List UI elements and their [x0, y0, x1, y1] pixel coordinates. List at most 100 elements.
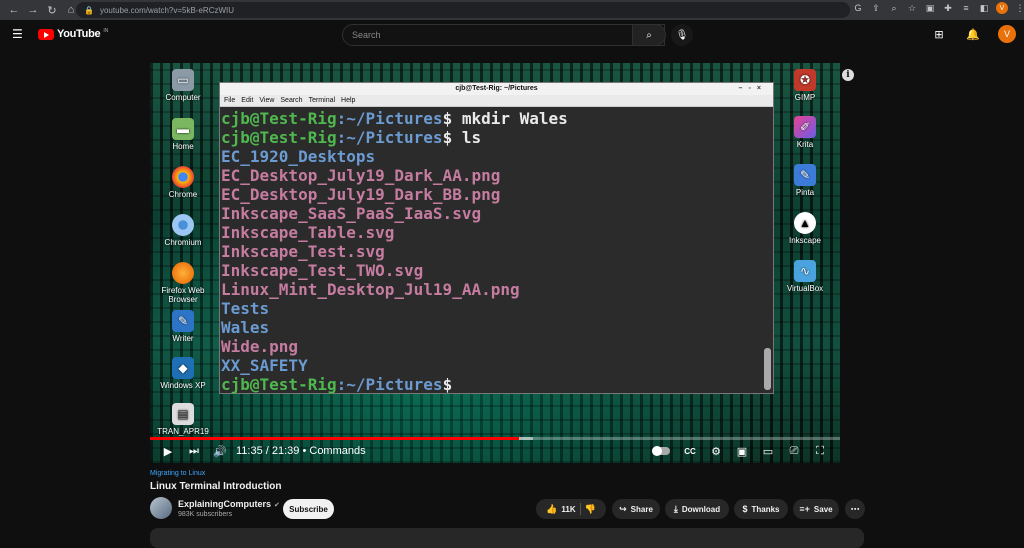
search-button[interactable]: ⌕: [632, 24, 666, 46]
inkscape-icon: ▲: [794, 212, 816, 234]
ls-entry: Wide.png: [221, 337, 299, 356]
autoplay-toggle[interactable]: [652, 446, 670, 456]
time-display[interactable]: 11:35 / 21:39 • Commands: [236, 445, 366, 457]
chromium-icon: [172, 214, 194, 236]
window-buttons: –▫×: [738, 85, 767, 92]
forward-icon[interactable]: →: [25, 2, 41, 18]
folder-icon: ▬: [172, 118, 194, 140]
menu-search: Search: [280, 97, 303, 104]
desktop-icon-writer: ✎ Writer: [153, 310, 213, 343]
info-icon[interactable]: i: [842, 69, 854, 81]
download-icon: ⤓: [673, 503, 678, 514]
url-text: youtube.com/watch?v=5kB-eRCzWIU: [99, 5, 235, 15]
cast-icon[interactable]: ⎚: [786, 443, 802, 459]
notifications-bell-icon[interactable]: 🔔: [964, 25, 982, 43]
download-button[interactable]: ⤓ Download: [665, 499, 729, 519]
theater-mode-icon[interactable]: ▭: [760, 443, 776, 459]
terminal-menubar: File Edit View Search Terminal Help: [220, 95, 773, 107]
ls-output-list: EC_1920_Desktops EC_Desktop_July19_Dark_A…: [221, 147, 773, 375]
browser-toolbar: ← → ↻ ⌂ 🔒 youtube.com/watch?v=5kB-eRCzWI…: [0, 0, 1024, 20]
voice-search-button[interactable]: 🎙: [671, 24, 693, 46]
puzzle-icon[interactable]: ✚: [942, 2, 954, 14]
hamburger-menu-icon[interactable]: ☰: [12, 28, 24, 40]
lock-icon: 🔒: [84, 5, 94, 15]
terminal-output: cjb@Test-Rig:~/Pictures$ mkdir Wales cjb…: [220, 107, 773, 394]
reload-icon[interactable]: ↻: [44, 2, 60, 18]
account-avatar[interactable]: V: [998, 25, 1016, 43]
more-actions-button[interactable]: ⋯: [845, 499, 865, 519]
menu-terminal: Terminal: [308, 97, 336, 104]
play-icon[interactable]: ▶: [160, 443, 176, 459]
verified-check-icon: ✔: [274, 502, 280, 509]
playlist-link[interactable]: Migrating to Linux: [150, 470, 205, 477]
terminal-window: cjb@Test-Rig: ~/Pictures –▫× File Edit V…: [219, 82, 774, 394]
add-playlist-icon: ≡+: [799, 504, 810, 514]
extension-icon[interactable]: ▣: [924, 2, 936, 14]
save-button[interactable]: ≡+ Save: [793, 499, 839, 519]
computer-icon: ▭: [172, 69, 194, 91]
media-icon[interactable]: ≡: [960, 2, 972, 14]
ls-entry: Inkscape_Table.svg: [221, 223, 395, 242]
thanks-button[interactable]: $ Thanks: [734, 499, 788, 519]
back-icon[interactable]: ←: [6, 2, 22, 18]
fullscreen-icon[interactable]: ⛶: [812, 443, 828, 459]
subscriber-count: 983K subscribers: [178, 511, 233, 518]
pinta-icon: ✎: [794, 164, 816, 186]
ls-entry: Inkscape_SaaS_PaaS_IaaS.svg: [221, 204, 482, 223]
ls-entry: Linux_Mint_Desktop_Jul19_AA.png: [221, 280, 520, 299]
settings-gear-icon[interactable]: ⚙: [708, 443, 724, 459]
desktop-icon-pinta: ✎ Pinta: [775, 164, 835, 197]
desktop-icon-chromium: Chromium: [153, 214, 213, 247]
thanks-icon: $: [742, 504, 748, 514]
google-icon[interactable]: G: [852, 2, 864, 14]
terminal-scrollbar: [764, 348, 771, 390]
krita-icon: ✐: [794, 116, 816, 138]
desktop-icon-home: ▬ Home: [153, 118, 213, 151]
captions-icon[interactable]: CC: [682, 443, 698, 459]
like-dislike-group: 👍 11K 👎: [536, 499, 606, 519]
youtube-play-icon: [38, 28, 54, 40]
address-bar[interactable]: 🔒 youtube.com/watch?v=5kB-eRCzWIU: [76, 2, 850, 18]
dislike-icon[interactable]: 👎: [585, 504, 596, 515]
ls-entry: Tests: [221, 299, 270, 318]
search-input[interactable]: Search: [342, 24, 665, 46]
menu-file: File: [224, 97, 236, 104]
firefox-icon: [172, 262, 194, 284]
sidepanel-icon[interactable]: ◧: [978, 2, 990, 14]
channel-avatar[interactable]: [150, 497, 172, 519]
next-icon[interactable]: ⏭: [186, 443, 202, 459]
share-button[interactable]: ↪ Share: [612, 499, 660, 519]
description-box[interactable]: [150, 528, 864, 548]
create-video-icon[interactable]: ⊞: [930, 25, 948, 43]
ls-entry: Wales: [221, 318, 270, 337]
ls-entry: EC_1920_Desktops: [221, 147, 376, 166]
subscribe-button[interactable]: Subscribe: [283, 499, 334, 519]
volume-icon[interactable]: 🔊: [212, 443, 228, 459]
youtube-logo[interactable]: YouTube IN: [38, 28, 108, 40]
miniplayer-icon[interactable]: ▣: [734, 443, 750, 459]
desktop-icon-chrome: Chrome: [153, 166, 213, 199]
share-icon: ↪: [619, 503, 627, 514]
video-progress-bar[interactable]: [150, 437, 840, 440]
ls-entry: EC_Desktop_July19_Dark_BB.png: [221, 185, 501, 204]
video-player[interactable]: i ▭ Computer ▬ Home Chrome Chromium Fire…: [150, 63, 864, 463]
browser-profile-avatar[interactable]: V: [996, 2, 1008, 14]
ls-entry: Inkscape_Test_TWO.svg: [221, 261, 424, 280]
file-icon: ▤: [172, 403, 194, 425]
youtube-header: ☰ YouTube IN Search ⌕ 🎙 ⊞ 🔔 V: [0, 20, 1024, 50]
desktop-icon-windows-xp: ◆ Windows XP: [153, 357, 213, 390]
desktop-icon-virtualbox: ∿ VirtualBox: [775, 260, 835, 293]
desktop-icon-computer: ▭ Computer: [153, 69, 213, 102]
like-icon[interactable]: 👍: [546, 504, 557, 515]
share-page-icon[interactable]: ⇪: [870, 2, 882, 14]
video-title: Linux Terminal Introduction: [150, 481, 282, 492]
zoom-icon[interactable]: ⌕: [888, 2, 900, 14]
browser-menu-icon[interactable]: ⋮: [1014, 2, 1024, 14]
more-horizontal-icon: ⋯: [850, 503, 860, 514]
microphone-icon: 🎙: [675, 29, 689, 41]
virtualbox-vm-icon: ◆: [172, 357, 194, 379]
terminal-title: cjb@Test-Rig: ~/Pictures: [455, 85, 538, 92]
bookmark-star-icon[interactable]: ☆: [906, 2, 918, 14]
channel-name[interactable]: ExplainingComputers ✔: [178, 499, 280, 509]
like-count[interactable]: 11K: [561, 505, 575, 514]
